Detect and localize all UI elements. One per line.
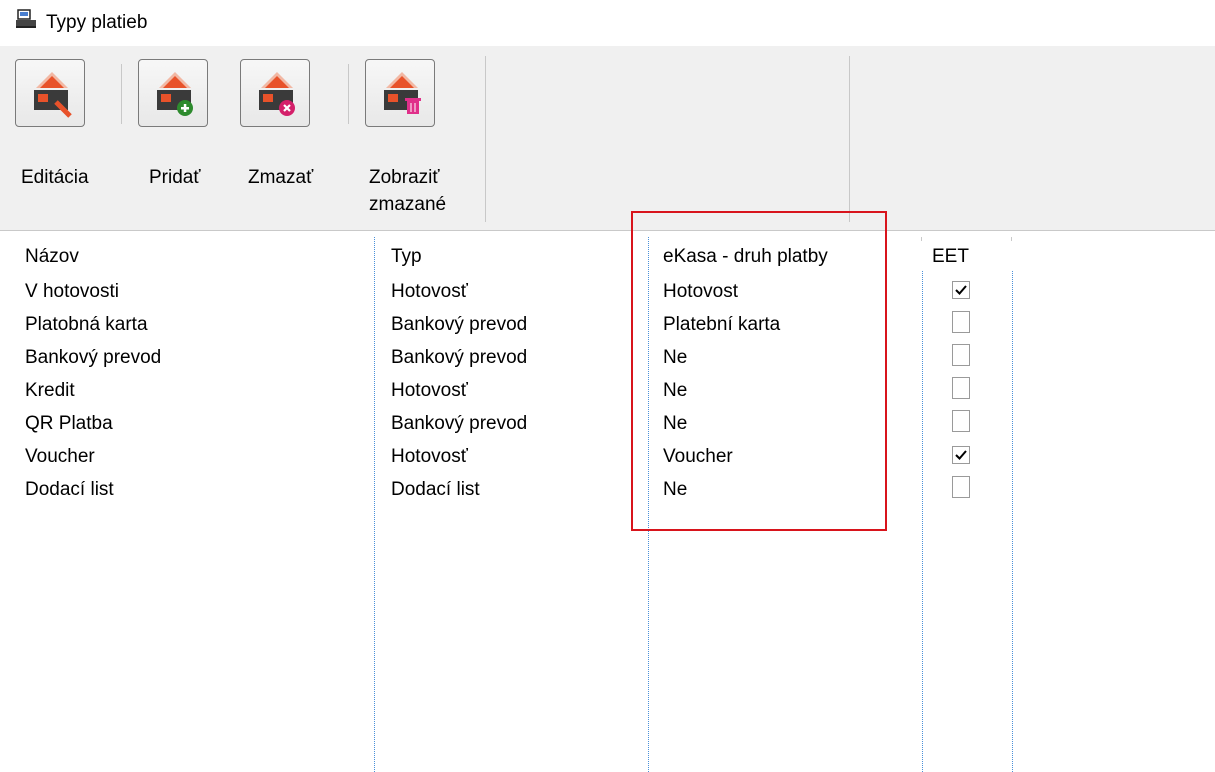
show-deleted-payment-icon	[384, 72, 421, 114]
eet-checkbox[interactable]	[952, 446, 970, 464]
eet-checkbox[interactable]	[952, 476, 970, 498]
edit-payment-icon	[34, 72, 72, 118]
column-header-name[interactable]: Názov	[25, 246, 79, 268]
payment-types-table: Názov Typ eKasa - druh platby EET V hoto…	[0, 230, 1215, 772]
edit-button[interactable]	[15, 59, 85, 127]
column-divider	[648, 237, 649, 772]
column-divider	[922, 271, 923, 772]
row-name[interactable]: Kredit	[25, 380, 75, 402]
row-name[interactable]: V hotovosti	[25, 281, 119, 303]
row-name[interactable]: Platobná karta	[25, 314, 148, 336]
column-divider	[1011, 237, 1012, 241]
eet-checkbox[interactable]	[952, 410, 970, 432]
add-payment-icon	[157, 72, 193, 116]
column-header-type[interactable]: Typ	[391, 246, 422, 268]
row-ekasa[interactable]: Ne	[663, 479, 687, 501]
checkmark-icon	[955, 285, 967, 295]
title-bar: Typy platieb	[0, 0, 1215, 46]
delete-button-label: Zmazať	[248, 167, 314, 188]
row-type[interactable]: Hotovosť	[391, 380, 468, 402]
eet-checkbox[interactable]	[952, 377, 970, 399]
column-divider	[921, 237, 922, 241]
row-name[interactable]: QR Platba	[25, 413, 113, 435]
toolbar: Editácia Pridať Zmazať Zobraziť zmazané	[0, 46, 1215, 230]
row-ekasa[interactable]: Platební karta	[663, 314, 780, 336]
delete-button[interactable]	[240, 59, 310, 127]
edit-button-label: Editácia	[21, 167, 89, 188]
toolbar-separator	[485, 56, 486, 222]
delete-payment-icon	[259, 72, 295, 116]
row-type[interactable]: Hotovosť	[391, 446, 468, 468]
show-deleted-button[interactable]	[365, 59, 435, 127]
add-button[interactable]	[138, 59, 208, 127]
toolbar-separator	[849, 56, 850, 222]
row-type[interactable]: Bankový prevod	[391, 413, 527, 435]
checkmark-icon	[955, 450, 967, 460]
row-ekasa[interactable]: Ne	[663, 380, 687, 402]
show-deleted-label-line1: Zobraziť	[369, 167, 440, 188]
row-type[interactable]: Bankový prevod	[391, 347, 527, 369]
row-name[interactable]: Bankový prevod	[25, 347, 161, 369]
row-type[interactable]: Bankový prevod	[391, 314, 527, 336]
row-ekasa[interactable]: Ne	[663, 347, 687, 369]
row-name[interactable]: Dodací list	[25, 479, 114, 501]
column-header-eet[interactable]: EET	[932, 246, 969, 268]
column-header-ekasa[interactable]: eKasa - druh platby	[663, 246, 828, 268]
show-deleted-label-line2: zmazané	[369, 194, 447, 215]
column-divider	[374, 237, 375, 772]
eet-checkbox[interactable]	[952, 281, 970, 299]
cash-register-icon	[16, 9, 36, 28]
row-ekasa[interactable]: Ne	[663, 413, 687, 435]
row-ekasa[interactable]: Hotovost	[663, 281, 738, 303]
row-type[interactable]: Hotovosť	[391, 281, 468, 303]
row-type[interactable]: Dodací list	[391, 479, 480, 501]
window-title: Typy platieb	[46, 12, 148, 33]
row-ekasa[interactable]: Voucher	[663, 446, 733, 468]
toolbar-separator	[121, 64, 122, 124]
eet-checkbox[interactable]	[952, 311, 970, 333]
toolbar-separator	[348, 64, 349, 124]
eet-checkbox[interactable]	[952, 344, 970, 366]
add-button-label: Pridať	[149, 167, 201, 188]
row-name[interactable]: Voucher	[25, 446, 95, 468]
column-divider	[1012, 271, 1013, 772]
